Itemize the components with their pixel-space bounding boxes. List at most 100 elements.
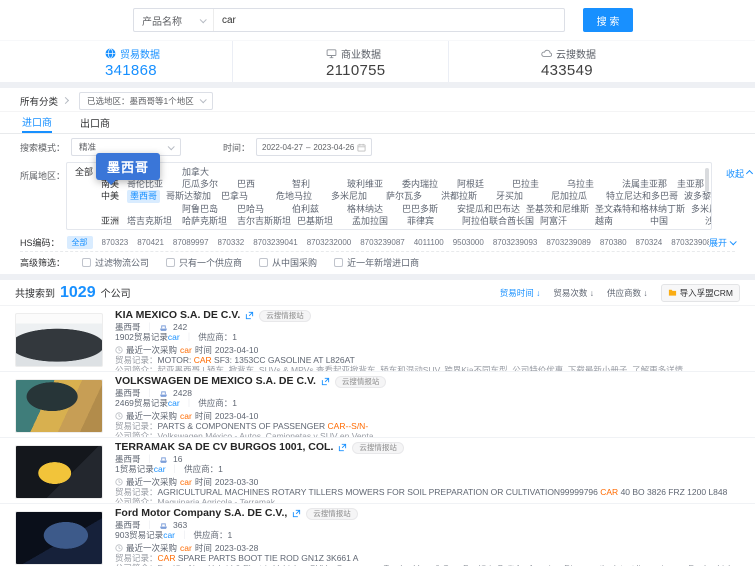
tab-importer[interactable]: 进口商 (22, 112, 52, 133)
region-item[interactable]: 阿拉伯联合酋长国 (462, 215, 534, 227)
checkbox[interactable] (166, 258, 175, 267)
region-item[interactable]: 哥伦比亚 (127, 178, 176, 190)
company-name[interactable]: KIA MEXICO S.A. DE C.V. (115, 309, 240, 322)
advanced-option-from-china[interactable]: 从中国采购 (259, 256, 317, 269)
region-item[interactable]: 巴基斯坦 (297, 215, 346, 227)
region-item[interactable]: 巴哈马 (237, 203, 286, 215)
sort-trade-count[interactable]: 贸易次数 ↓ (553, 287, 594, 299)
region-item[interactable]: 圣基茨和尼维斯 (526, 203, 589, 215)
region-item[interactable]: 巴巴多斯 (402, 203, 451, 215)
region-item[interactable]: 洪都拉斯 (441, 190, 490, 202)
sort-trade-time[interactable]: 贸易时间 ↓ (500, 287, 541, 299)
keyword-link[interactable]: car (163, 530, 175, 540)
region-item[interactable]: 阿根廷 (457, 178, 506, 190)
hs-code-item[interactable]: 8703239088 (671, 238, 709, 247)
company-photo[interactable] (15, 511, 103, 565)
external-link-icon[interactable] (321, 377, 330, 386)
hs-code-item[interactable]: 8703239093 (493, 238, 538, 247)
region-item[interactable]: 多米尼加 (331, 190, 380, 202)
region-item[interactable] (127, 203, 176, 215)
region-item[interactable]: 波多黎各 (684, 190, 712, 202)
company-name[interactable]: VOLKSWAGEN DE MEXICO S.A. DE C.V. (115, 375, 316, 388)
region-item[interactable]: 菲律宾 (407, 215, 456, 227)
region-group[interactable] (101, 203, 127, 215)
external-link-icon[interactable] (245, 311, 254, 320)
region-item[interactable]: 塔吉克斯坦 (127, 215, 176, 227)
checkbox[interactable] (259, 258, 268, 267)
region-item[interactable]: 加拿大 (182, 166, 231, 178)
keyword-link[interactable]: car (154, 464, 166, 474)
tab-exporter[interactable]: 出口商 (80, 112, 110, 133)
hs-code-item[interactable]: 8703232000 (307, 238, 352, 247)
stat-trade-data[interactable]: 贸易数据 341868 (0, 41, 232, 82)
search-button[interactable]: 搜 索 (583, 8, 633, 32)
region-item[interactable]: 哥斯达黎加 (166, 190, 215, 202)
region-item[interactable]: 阿鲁巴岛 (182, 203, 231, 215)
region-item[interactable]: 萨尔瓦多 (386, 190, 435, 202)
region-item[interactable]: 巴西 (237, 178, 286, 190)
region-item[interactable]: 中国 (650, 215, 699, 227)
category-label[interactable]: 所有分类 (20, 94, 58, 108)
checkbox[interactable] (82, 258, 91, 267)
region-item[interactable]: 牙买加 (496, 190, 545, 202)
region-item[interactable]: 墨西哥 (127, 190, 160, 202)
hs-code-item[interactable]: 9503000 (453, 238, 484, 247)
collapse-link[interactable]: 收起 (726, 167, 752, 180)
hs-code-item[interactable]: 87089997 (173, 238, 209, 247)
region-item[interactable]: 阿富汗 (540, 215, 589, 227)
region-item[interactable]: 圣文森特和格林纳丁斯 (595, 203, 685, 215)
company-photo[interactable] (15, 445, 103, 499)
region-item[interactable]: 吉尔吉斯斯坦 (237, 215, 291, 227)
keyword-link[interactable]: car (168, 398, 180, 408)
company-photo[interactable] (15, 313, 103, 367)
hs-code-all[interactable]: 全部 (67, 236, 93, 249)
keyword-link[interactable]: car (168, 332, 180, 342)
region-item[interactable]: 孟加拉国 (352, 215, 401, 227)
region-item[interactable]: 越南 (595, 215, 644, 227)
hs-code-item[interactable]: 870324 (636, 238, 663, 247)
region-item[interactable]: 厄瓜多尔 (182, 178, 231, 190)
hs-code-item[interactable]: 8703239041 (253, 238, 298, 247)
company-photo[interactable] (15, 379, 103, 433)
search-input[interactable] (214, 15, 564, 26)
stat-cloud-data[interactable]: 云搜数据 433549 (448, 41, 755, 82)
region-item[interactable]: 智利 (292, 178, 341, 190)
advanced-option-new-importer[interactable]: 近一年新增进口商 (334, 256, 419, 269)
advanced-option-logistics[interactable]: 过滤物流公司 (82, 256, 149, 269)
company-name[interactable]: Ford Motor Company S.A. DE C.V., (115, 507, 287, 520)
region-item[interactable]: 委内瑞拉 (402, 178, 451, 190)
external-link-icon[interactable] (292, 509, 301, 518)
stat-business-data[interactable]: 商业数据 2110755 (232, 41, 448, 82)
region-item[interactable]: 玻利维亚 (347, 178, 396, 190)
crm-import-button[interactable]: 导入孚盟CRM (661, 284, 740, 302)
expand-link[interactable]: 展开 (709, 236, 735, 249)
region-item[interactable]: 尼加拉瓜 (551, 190, 600, 202)
hs-code-item[interactable]: 870380 (600, 238, 627, 247)
region-group[interactable]: 中美 (101, 190, 127, 202)
company-name[interactable]: TERRAMAK SA DE CV BURGOS 1001, COL. (115, 441, 333, 454)
region-item[interactable]: 格林纳达 (347, 203, 396, 215)
region-item[interactable]: 法属圭亚那 (622, 178, 671, 190)
region-select[interactable]: 已选地区：墨西哥等1个地区 (79, 92, 213, 110)
region-item[interactable]: 乌拉圭 (567, 178, 616, 190)
hs-code-item[interactable]: 870332 (218, 238, 245, 247)
region-item[interactable]: 哈萨克斯坦 (182, 215, 231, 227)
region-item[interactable]: 伯利兹 (292, 203, 341, 215)
hs-code-item[interactable]: 8703239087 (360, 238, 405, 247)
region-item[interactable]: 特立尼达和多巴哥 (606, 190, 678, 202)
region-item[interactable]: 沙特阿拉伯 (705, 215, 712, 227)
region-item[interactable]: 危地马拉 (276, 190, 325, 202)
external-link-icon[interactable] (338, 443, 347, 452)
hs-code-item[interactable]: 8703239089 (546, 238, 591, 247)
checkbox[interactable] (334, 258, 343, 267)
advanced-option-single-supplier[interactable]: 只有一个供应商 (166, 256, 242, 269)
region-item[interactable]: 巴拿马 (221, 190, 270, 202)
search-category-select[interactable]: 产品名称 (134, 9, 214, 31)
region-item[interactable]: 安提瓜和巴布达 (457, 203, 520, 215)
date-range-picker[interactable]: 2022-04-27 – 2023-04-26 (256, 138, 372, 156)
hs-code-item[interactable]: 4011100 (414, 238, 444, 247)
region-group[interactable]: 亚洲 (101, 215, 127, 227)
scrollbar[interactable] (705, 168, 709, 192)
region-item[interactable]: 巴拉圭 (512, 178, 561, 190)
hs-code-item[interactable]: 870421 (137, 238, 164, 247)
